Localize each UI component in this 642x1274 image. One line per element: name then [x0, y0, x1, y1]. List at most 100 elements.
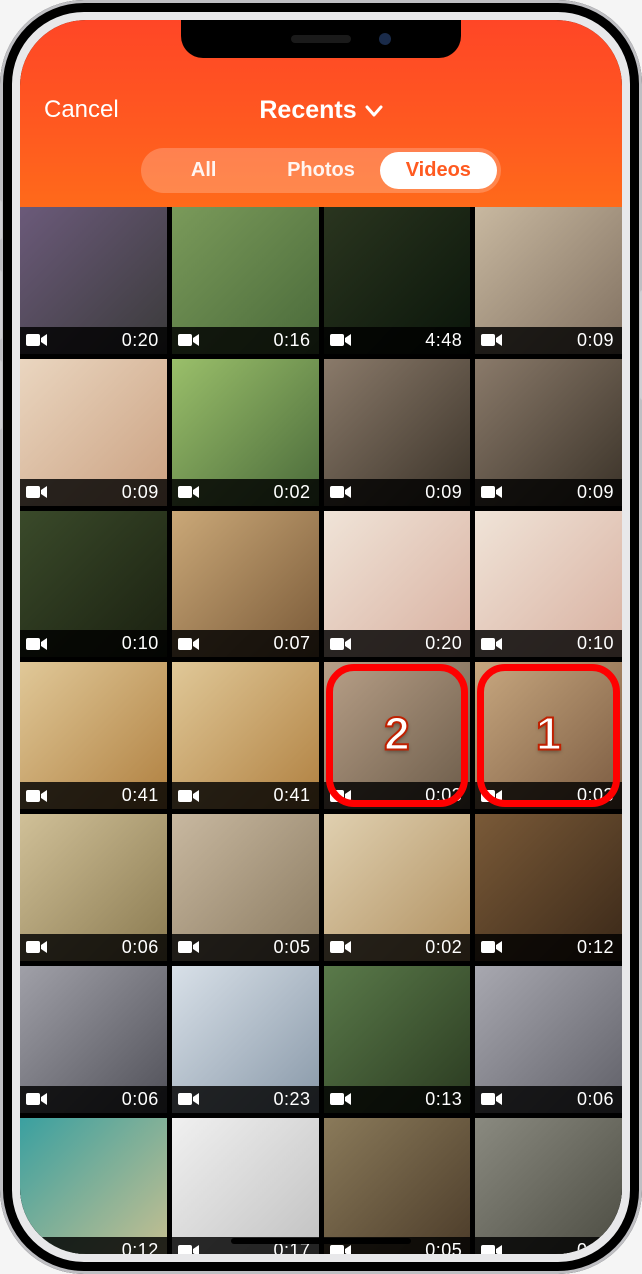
duration-bar: 0:12 — [475, 934, 622, 961]
video-thumbnail[interactable]: 0:20 — [324, 511, 471, 658]
video-thumbnail[interactable]: 0:09 — [324, 359, 471, 506]
video-thumbnail[interactable]: 0:23 — [172, 966, 319, 1113]
duration-bar: 0:20 — [324, 630, 471, 657]
screen: Cancel Recents AllPhotosVideos 0:20 0:16 4… — [20, 20, 622, 1254]
duration-label: 0:02 — [425, 937, 462, 958]
video-thumbnail[interactable]: 0:09 — [475, 359, 622, 506]
duration-bar: 0:09 — [20, 479, 167, 506]
home-indicator[interactable] — [231, 1238, 411, 1244]
video-camera-icon — [26, 788, 48, 804]
video-thumbnail[interactable]: 0:05 — [324, 1118, 471, 1255]
duration-bar: 0:05 — [172, 934, 319, 961]
video-thumbnail[interactable]: 0:07 — [172, 511, 319, 658]
duration-bar: 0:41 — [172, 782, 319, 809]
video-camera-icon — [26, 1091, 48, 1107]
video-thumbnail[interactable]: 0:17 — [172, 1118, 319, 1255]
video-thumbnail[interactable]: 0:12 — [20, 1118, 167, 1255]
video-thumbnail[interactable]: 0:031 — [475, 662, 622, 809]
duration-bar: 0:16 — [172, 327, 319, 354]
duration-label: 0:09 — [425, 482, 462, 503]
video-thumbnail[interactable]: 0:05 — [172, 814, 319, 961]
duration-label: 0:20 — [425, 633, 462, 654]
video-camera-icon — [330, 636, 352, 652]
duration-bar: 0:06 — [20, 934, 167, 961]
video-thumbnail[interactable]: 0:10 — [475, 511, 622, 658]
video-camera-icon — [178, 939, 200, 955]
cancel-button[interactable]: Cancel — [44, 96, 119, 124]
album-title: Recents — [259, 96, 356, 125]
duration-bar: 0:02 — [172, 479, 319, 506]
video-thumbnail[interactable]: 0:02 — [324, 814, 471, 961]
video-camera-icon — [330, 332, 352, 348]
duration-bar: 0:07 — [172, 630, 319, 657]
video-camera-icon — [26, 332, 48, 348]
video-camera-icon — [178, 788, 200, 804]
thumbnail-image — [20, 1118, 167, 1255]
video-camera-icon — [26, 484, 48, 500]
duration-label: 0:18 — [577, 1240, 614, 1254]
video-thumbnail[interactable]: 0:13 — [324, 966, 471, 1113]
phone-frame: Cancel Recents AllPhotosVideos 0:20 0:16 4… — [0, 0, 642, 1274]
volume-down-button — [0, 360, 2, 430]
video-thumbnail[interactable]: 0:032 — [324, 662, 471, 809]
video-camera-icon — [26, 939, 48, 955]
video-thumbnail[interactable]: 0:09 — [475, 207, 622, 354]
duration-bar: 0:09 — [324, 479, 471, 506]
thumbnail-image — [475, 1118, 622, 1255]
filter-tab-videos[interactable]: Videos — [380, 152, 497, 189]
video-thumbnail[interactable]: 4:48 — [324, 207, 471, 354]
video-thumbnail[interactable]: 0:10 — [20, 511, 167, 658]
video-thumbnail[interactable]: 0:06 — [20, 814, 167, 961]
media-filter-segmented: AllPhotosVideos — [141, 148, 501, 193]
duration-label: 4:48 — [425, 330, 462, 351]
filter-tab-all[interactable]: All — [145, 152, 262, 189]
video-thumbnail[interactable]: 0:12 — [475, 814, 622, 961]
duration-label: 0:23 — [273, 1089, 310, 1110]
duration-label: 0:06 — [122, 937, 159, 958]
video-camera-icon — [481, 788, 503, 804]
duration-label: 0:06 — [122, 1089, 159, 1110]
video-camera-icon — [481, 1243, 503, 1254]
duration-label: 0:09 — [577, 482, 614, 503]
video-camera-icon — [481, 1091, 503, 1107]
volume-up-button — [0, 270, 2, 340]
duration-bar: 0:06 — [20, 1086, 167, 1113]
duration-label: 0:07 — [273, 633, 310, 654]
thumbnail-image — [324, 1118, 471, 1255]
filter-tab-photos[interactable]: Photos — [262, 152, 379, 189]
video-camera-icon — [481, 332, 503, 348]
video-thumbnail[interactable]: 0:41 — [20, 662, 167, 809]
duration-bar: 0:10 — [475, 630, 622, 657]
duration-label: 0:02 — [273, 482, 310, 503]
video-camera-icon — [330, 788, 352, 804]
video-thumbnail[interactable]: 0:41 — [172, 662, 319, 809]
video-thumbnail[interactable]: 0:18 — [475, 1118, 622, 1255]
duration-bar: 0:20 — [20, 327, 167, 354]
video-camera-icon — [26, 1243, 48, 1254]
duration-label: 0:41 — [122, 785, 159, 806]
duration-bar: 0:18 — [475, 1237, 622, 1254]
chevron-down-icon — [365, 96, 383, 125]
duration-label: 0:06 — [577, 1089, 614, 1110]
video-camera-icon — [330, 1243, 352, 1254]
duration-label: 0:03 — [425, 785, 462, 806]
video-thumbnail[interactable]: 0:02 — [172, 359, 319, 506]
duration-bar: 0:23 — [172, 1086, 319, 1113]
video-camera-icon — [481, 939, 503, 955]
video-thumbnail[interactable]: 0:09 — [20, 359, 167, 506]
video-camera-icon — [330, 484, 352, 500]
video-camera-icon — [178, 484, 200, 500]
video-thumbnail[interactable]: 0:06 — [475, 966, 622, 1113]
video-thumbnail[interactable]: 0:20 — [20, 207, 167, 354]
duration-label: 0:03 — [577, 785, 614, 806]
duration-label: 0:12 — [577, 937, 614, 958]
video-thumbnail[interactable]: 0:16 — [172, 207, 319, 354]
duration-label: 0:16 — [273, 330, 310, 351]
duration-bar: 0:02 — [324, 934, 471, 961]
duration-label: 0:09 — [122, 482, 159, 503]
video-thumbnail[interactable]: 0:06 — [20, 966, 167, 1113]
thumbnail-image — [172, 1118, 319, 1255]
notch — [181, 20, 461, 58]
mute-switch — [0, 200, 2, 240]
duration-bar: 0:13 — [324, 1086, 471, 1113]
